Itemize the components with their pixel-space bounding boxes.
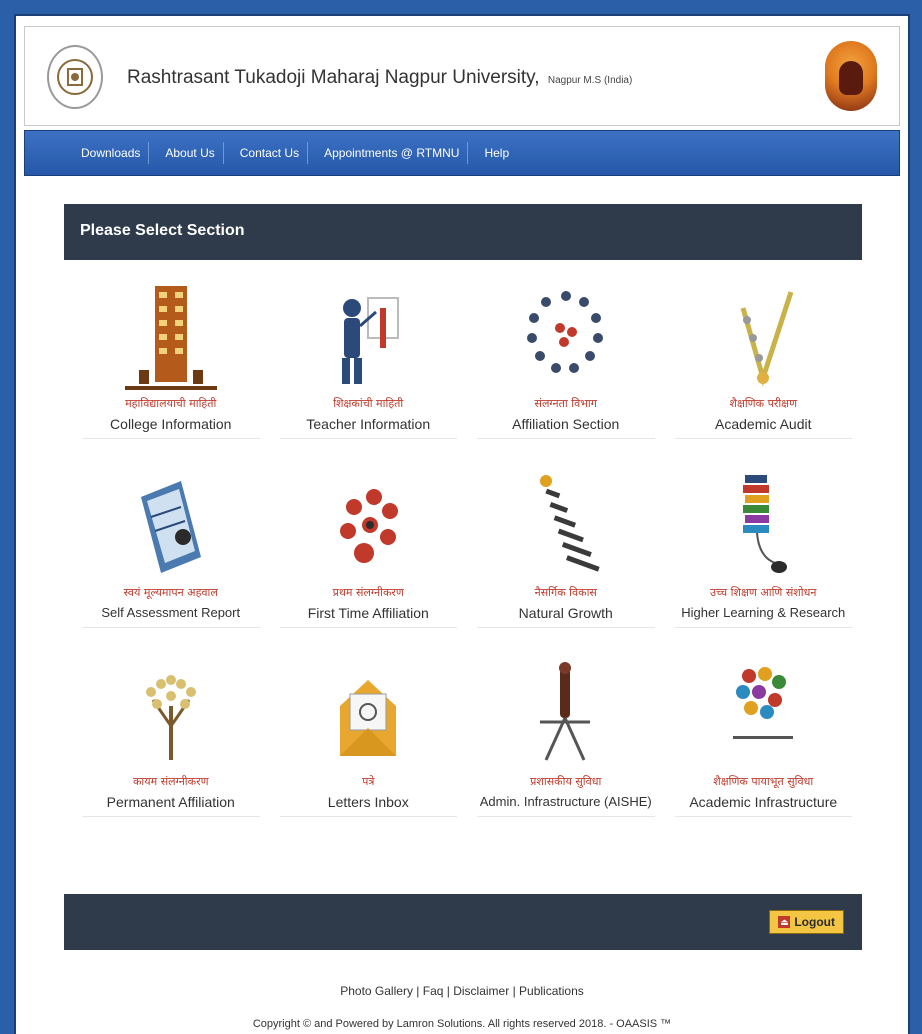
higher-learning-icon: [675, 467, 853, 585]
tile-marathi-label: नैसर्गिक विकास: [534, 586, 597, 599]
university-location: Nagpur M.S (India): [547, 75, 633, 86]
tile-marathi-label: स्वयं मूल्यमापन अहवाल: [123, 586, 218, 599]
teacher-icon: [280, 278, 458, 396]
tile-label: Admin. Infrastructure (AISHE): [479, 794, 652, 809]
academic-audit-icon: [675, 278, 853, 396]
academic-infrastructure-icon: [675, 656, 853, 774]
footer-links: Photo Gallery | Faq | Disclaimer | Publi…: [16, 984, 908, 998]
tile-label: Academic Audit: [715, 416, 812, 432]
main-navbar: Downloads About Us Contact Us Appointmen…: [24, 130, 900, 176]
logout-icon: ⏏: [778, 916, 791, 928]
tile-marathi-label: शैक्षणिक परीक्षण: [729, 397, 798, 410]
tile-admin-infrastructure[interactable]: प्रशासकीय सुविधा Admin. Infrastructure (…: [477, 656, 655, 817]
footer-link-photo-gallery[interactable]: Photo Gallery: [340, 984, 413, 998]
nav-appointments[interactable]: Appointments @ RTMNU: [316, 142, 469, 164]
nav-help[interactable]: Help: [476, 142, 517, 164]
tile-letters-inbox[interactable]: पत्रे Letters Inbox: [279, 656, 458, 817]
logout-button[interactable]: ⏏ Logout: [769, 910, 844, 934]
tile-marathi-label: पत्रे: [362, 775, 375, 788]
tile-self-assessment-report[interactable]: स्वयं मूल्यमापन अहवाल Self Assessment Re…: [82, 467, 260, 628]
tile-marathi-label: उच्च शिक्षण आणि संशोधन: [710, 586, 817, 599]
tile-marathi-label: संलग्नता विभाग: [534, 397, 597, 410]
copyright-text: Copyright © and Powered by Lamron Soluti…: [252, 1018, 672, 1030]
section-header: Please Select Section: [64, 204, 862, 260]
tile-permanent-affiliation[interactable]: कायम संलग्नीकरण Permanent Affiliation: [82, 656, 260, 817]
tile-higher-learning-research[interactable]: उच्च शिक्षण आणि संशोधन Higher Learning &…: [674, 467, 853, 628]
tile-marathi-label: प्रशासकीय सुविधा: [530, 775, 602, 788]
founder-portrait: [825, 41, 877, 111]
tile-marathi-label: शिक्षकांची माहिती: [333, 397, 404, 410]
college-building-icon: [82, 278, 260, 396]
tile-label: Academic Infrastructure: [689, 794, 838, 810]
self-assessment-icon: [82, 467, 260, 585]
nav-contact-us[interactable]: Contact Us: [232, 142, 309, 164]
tile-label: Self Assessment Report: [101, 605, 241, 620]
logout-bar: ⏏ Logout: [64, 894, 862, 950]
section-grid: महाविद्यालयाची माहिती College Informatio…: [72, 278, 862, 817]
tile-academic-audit[interactable]: शैक्षणिक परीक्षण Academic Audit: [674, 278, 853, 439]
page-title: Rashtrasant Tukadoji Maharaj Nagpur Univ…: [127, 67, 632, 89]
footer-link-disclaimer[interactable]: Disclaimer: [453, 984, 509, 998]
first-time-affiliation-icon: [280, 467, 458, 585]
university-logo[interactable]: [47, 45, 103, 109]
affiliation-icon: [477, 278, 655, 396]
tile-college-information[interactable]: महाविद्यालयाची माहिती College Informatio…: [82, 278, 260, 439]
tile-marathi-label: शैक्षणिक पायाभूत सुविधा: [713, 775, 814, 788]
tile-label: Affiliation Section: [512, 416, 620, 432]
tile-affiliation-section[interactable]: संलग्नता विभाग Affiliation Section: [477, 278, 655, 439]
tile-label: Higher Learning & Research: [681, 605, 846, 620]
page-frame: Rashtrasant Tukadoji Maharaj Nagpur Univ…: [14, 14, 910, 1034]
section-title: Please Select Section: [80, 222, 245, 239]
tile-label: Letters Inbox: [327, 794, 409, 810]
tile-marathi-label: महाविद्यालयाची माहिती: [125, 397, 217, 410]
tile-label: Natural Growth: [518, 605, 613, 621]
tile-label: Teacher Information: [306, 416, 431, 432]
nav-about-us[interactable]: About Us: [157, 142, 224, 164]
tile-academic-infrastructure[interactable]: शैक्षणिक पायाभूत सुविधा Academic Infrast…: [674, 656, 853, 817]
tile-label: College Information: [110, 416, 232, 432]
permanent-affiliation-icon: [82, 656, 260, 774]
footer-link-faq[interactable]: Faq: [423, 984, 444, 998]
tile-first-time-affiliation[interactable]: प्रथम संलग्नीकरण First Time Affiliation: [279, 467, 458, 628]
tile-label: Permanent Affiliation: [106, 794, 235, 810]
tile-label: First Time Affiliation: [307, 605, 429, 621]
logout-label: Logout: [794, 915, 835, 929]
admin-infrastructure-icon: [477, 656, 655, 774]
nav-downloads[interactable]: Downloads: [73, 142, 150, 164]
natural-growth-icon: [477, 467, 655, 585]
footer-link-publications[interactable]: Publications: [519, 984, 584, 998]
tile-marathi-label: कायम संलग्नीकरण: [132, 775, 209, 788]
tile-teacher-information[interactable]: शिक्षकांची माहिती Teacher Information: [279, 278, 458, 439]
university-name: Rashtrasant Tukadoji Maharaj Nagpur Univ…: [127, 67, 540, 88]
letters-inbox-icon: [280, 656, 458, 774]
tile-natural-growth[interactable]: नैसर्गिक विकास Natural Growth: [477, 467, 655, 628]
tile-marathi-label: प्रथम संलग्नीकरण: [332, 586, 404, 599]
site-header: Rashtrasant Tukadoji Maharaj Nagpur Univ…: [24, 26, 900, 126]
